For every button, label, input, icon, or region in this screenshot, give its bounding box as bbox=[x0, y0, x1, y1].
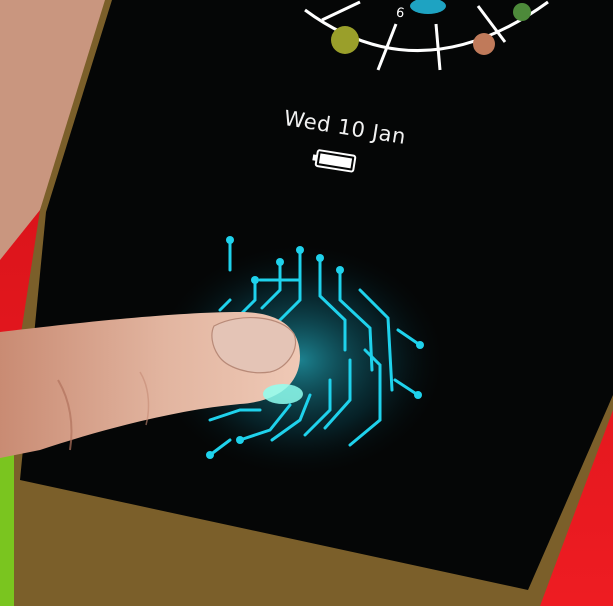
scene-graphic bbox=[0, 0, 613, 606]
photo-scene: 6 Wed 10 Jan bbox=[0, 0, 613, 606]
